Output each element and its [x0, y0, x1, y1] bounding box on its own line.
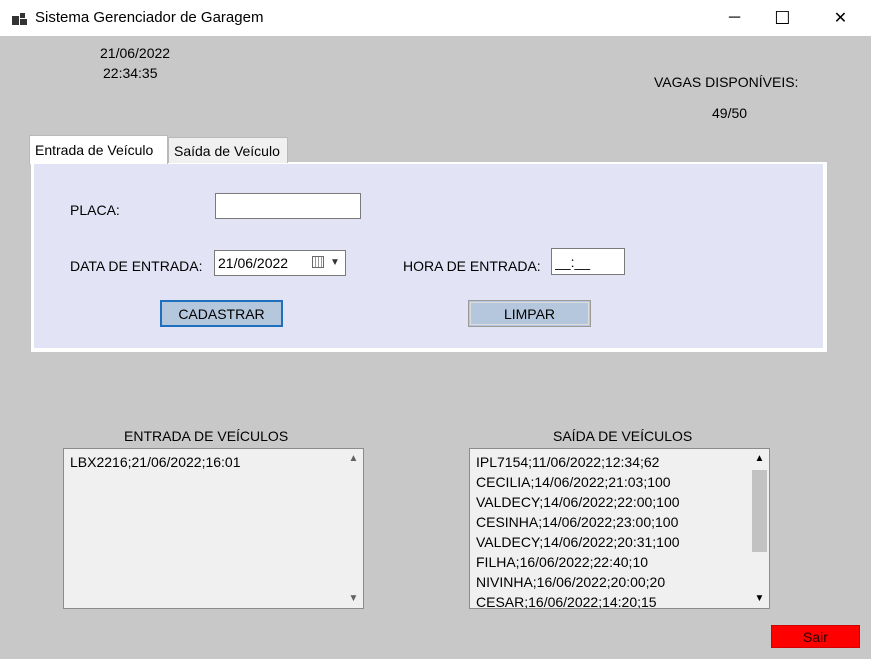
placa-input[interactable]	[215, 193, 361, 219]
list-item[interactable]: NIVINHA;16/06/2022;20:00;20	[476, 572, 749, 592]
list-item[interactable]: FILHA;16/06/2022;22:40;10	[476, 552, 749, 572]
minimize-button[interactable]: ─	[712, 0, 757, 36]
app-icon	[12, 11, 28, 25]
hora-entrada-label: HORA DE ENTRADA:	[403, 258, 541, 274]
entrada-items: LBX2216;21/06/2022;16:01	[70, 452, 343, 472]
saida-list-title: SAÍDA DE VEÍCULOS	[553, 428, 693, 444]
vagas-label: VAGAS DISPONÍVEIS:	[654, 74, 799, 90]
list-item[interactable]: LBX2216;21/06/2022;16:01	[70, 452, 343, 472]
vagas-value: 49/50	[712, 105, 748, 121]
tab-entrada-veiculo[interactable]: Entrada de Veículo	[29, 135, 168, 164]
saida-scrollbar[interactable]: ▲ ▼	[751, 450, 768, 607]
close-button[interactable]: ✕	[818, 0, 863, 36]
data-entrada-label: DATA DE ENTRADA:	[70, 258, 203, 274]
limpar-button[interactable]: LIMPAR	[468, 300, 591, 327]
scroll-up-icon[interactable]: ▲	[751, 450, 768, 467]
minimize-icon: ─	[728, 9, 741, 26]
cadastrar-button[interactable]: CADASTRAR	[160, 300, 283, 327]
entrada-scrollbar[interactable]: ▲ ▼	[345, 450, 362, 607]
saida-items: IPL7154;11/06/2022;12:34;62 CECILIA;14/06…	[476, 452, 749, 608]
scroll-down-icon[interactable]: ▼	[345, 590, 362, 607]
scroll-thumb[interactable]	[752, 470, 767, 552]
app-window: Sistema Gerenciador de Garagem ─ ☐ ✕ 21/…	[0, 0, 871, 659]
list-item[interactable]: CESAR;16/06/2022;14:20;15	[476, 592, 749, 608]
current-date: 21/06/2022	[100, 45, 171, 61]
current-time: 22:34:35	[103, 65, 158, 81]
close-icon: ✕	[833, 10, 848, 27]
entrada-list-title: ENTRADA DE VEÍCULOS	[124, 428, 289, 444]
list-item[interactable]: CESINHA;14/06/2022;23:00;100	[476, 512, 749, 532]
scroll-down-icon[interactable]: ▼	[751, 590, 768, 607]
chevron-down-icon[interactable]: ▼	[327, 254, 343, 270]
tab-saida-veiculo[interactable]: Saída de Veículo	[168, 137, 288, 163]
calendar-icon[interactable]	[312, 256, 324, 268]
saida-listbox[interactable]: IPL7154;11/06/2022;12:34;62 CECILIA;14/06…	[469, 448, 770, 609]
list-item[interactable]: VALDECY;14/06/2022;20:31;100	[476, 532, 749, 552]
scroll-up-icon[interactable]: ▲	[345, 450, 362, 467]
list-item[interactable]: IPL7154;11/06/2022;12:34;62	[476, 452, 749, 472]
list-item[interactable]: CECILIA;14/06/2022;21:03;100	[476, 472, 749, 492]
window-title: Sistema Gerenciador de Garagem	[35, 9, 264, 26]
title-bar: Sistema Gerenciador de Garagem ─ ☐ ✕	[0, 0, 871, 36]
data-entrada-value: 21/06/2022	[218, 255, 289, 271]
sair-button[interactable]: Sair	[771, 625, 860, 648]
maximize-button[interactable]: ☐	[760, 0, 805, 36]
list-item[interactable]: VALDECY;14/06/2022;22:00;100	[476, 492, 749, 512]
placa-label: PLACA:	[70, 202, 120, 218]
entrada-listbox[interactable]: LBX2216;21/06/2022;16:01 ▲ ▼	[63, 448, 364, 609]
entrada-form	[34, 164, 823, 348]
hora-entrada-input[interactable]	[551, 248, 625, 275]
maximize-icon: ☐	[774, 7, 791, 28]
